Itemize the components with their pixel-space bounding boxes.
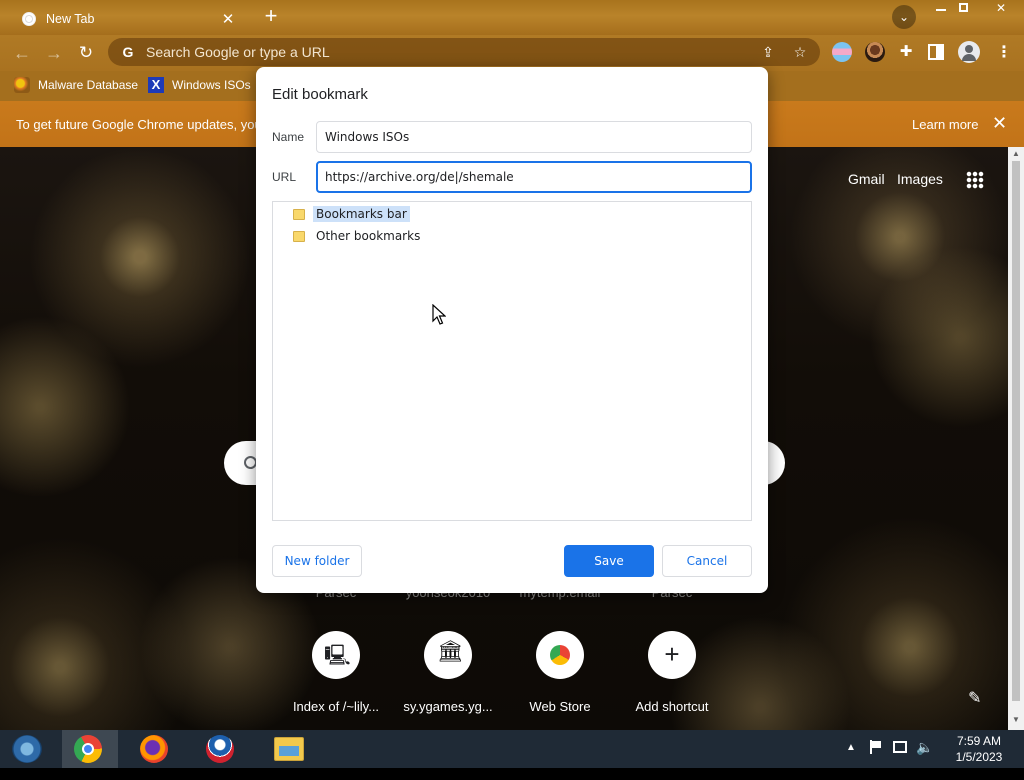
show-hidden-icons-icon[interactable]: ▲ xyxy=(846,742,856,780)
bookmark-label: Windows ISOs xyxy=(172,78,251,92)
network-icon[interactable] xyxy=(893,741,907,753)
taskbar-obama-app[interactable] xyxy=(194,730,250,768)
share-icon[interactable]: ⇪ xyxy=(756,44,780,61)
taskbar: ▲ 🔈 7:59 AM 1/5/2023 xyxy=(0,730,1024,768)
shortcut-label: Add shortcut xyxy=(635,699,709,714)
chrome-icon xyxy=(74,735,102,763)
forward-button[interactable]: → xyxy=(42,42,66,64)
archive-building-icon xyxy=(424,631,472,679)
scrollbar-thumb[interactable] xyxy=(1012,161,1020,701)
folder-label: Bookmarks bar xyxy=(313,206,410,222)
edit-bookmark-dialog: Edit bookmark Name URL Bookmarks bar Oth… xyxy=(256,67,768,593)
shortcut-label: sy.ygames.yg... xyxy=(403,699,493,714)
computer-icon xyxy=(312,631,360,679)
bookmark-name-field[interactable] xyxy=(316,121,752,153)
shortcut-label: Index of /~lily... xyxy=(292,699,380,714)
tab-search-icon[interactable]: ⌄ xyxy=(892,5,916,29)
chrome-favicon-icon xyxy=(22,12,36,26)
tab-close-icon[interactable]: ✕ xyxy=(220,10,236,28)
new-tab-button[interactable]: + xyxy=(260,5,282,29)
infobar-message: To get future Google Chrome updates, you… xyxy=(16,117,262,132)
url-label: URL xyxy=(272,170,297,184)
chrome-menu-icon[interactable]: ⋮ xyxy=(996,42,1012,64)
shortcut-sy-ygames[interactable]: sy.ygames.yg... xyxy=(392,631,504,714)
learn-more-link[interactable]: Learn more xyxy=(912,117,978,132)
tab-title: New Tab xyxy=(46,12,95,26)
gmail-link[interactable]: Gmail xyxy=(848,171,885,187)
file-explorer-icon xyxy=(274,737,304,761)
bookmark-windows-isos[interactable]: X Windows ISOs xyxy=(148,75,251,95)
google-g-icon: G xyxy=(122,44,134,60)
obama-campaign-icon xyxy=(206,735,234,763)
omnibox[interactable]: G Search Google or type a URL ⇪ ☆ xyxy=(108,38,820,66)
plus-icon xyxy=(648,631,696,679)
taskbar-firefox[interactable] xyxy=(128,730,184,768)
bookmark-url-field[interactable] xyxy=(316,161,752,193)
folder-other-bookmarks[interactable]: Other bookmarks xyxy=(293,227,423,245)
start-icon xyxy=(12,735,42,763)
shortcut-index-of-lily[interactable]: Index of /~lily... xyxy=(280,631,392,714)
new-folder-button[interactable]: New folder xyxy=(272,545,362,577)
window-close-button[interactable]: ✕ xyxy=(988,0,1014,18)
omnibox-placeholder[interactable]: Search Google or type a URL xyxy=(146,44,756,60)
bookmark-star-icon[interactable]: ☆ xyxy=(788,44,812,61)
action-center-flag-icon[interactable] xyxy=(870,740,882,754)
reload-button[interactable]: ↻ xyxy=(74,42,98,64)
page-scrollbar[interactable]: ▲ ▼ xyxy=(1008,147,1024,730)
extension-profile-icon[interactable] xyxy=(865,42,885,62)
clock-time: 7:59 AM xyxy=(956,734,1002,748)
firefox-icon xyxy=(140,735,168,763)
web-store-icon xyxy=(536,631,584,679)
folder-icon xyxy=(293,230,305,242)
volume-icon[interactable]: 🔈 xyxy=(916,739,933,777)
dialog-title: Edit bookmark xyxy=(272,86,368,103)
malware-database-favicon-icon xyxy=(14,77,30,93)
folder-label: Other bookmarks xyxy=(316,229,421,243)
back-button[interactable]: ← xyxy=(10,42,34,64)
shortcut-add[interactable]: Add shortcut xyxy=(616,631,728,714)
taskbar-file-explorer[interactable] xyxy=(260,730,316,768)
extension-flag-icon[interactable] xyxy=(832,42,852,62)
customize-pencil-icon[interactable]: ✎ xyxy=(968,688,981,708)
minimize-button[interactable] xyxy=(928,0,954,18)
windows-isos-favicon-icon: X xyxy=(148,77,164,93)
taskbar-clock[interactable]: 7:59 AM 1/5/2023 xyxy=(944,733,1014,765)
profile-avatar[interactable] xyxy=(958,41,980,63)
folder-icon xyxy=(293,208,305,220)
bookmark-label: Malware Database xyxy=(38,78,139,92)
clock-date: 1/5/2023 xyxy=(955,750,1003,764)
bookmark-malware-database[interactable]: Malware Database xyxy=(14,75,138,95)
google-apps-icon[interactable] xyxy=(966,171,984,189)
extensions-puzzle-icon[interactable]: ✚ xyxy=(896,42,916,62)
shortcut-label: Web Store xyxy=(529,699,591,714)
taskbar-chrome[interactable] xyxy=(62,730,118,768)
cancel-button[interactable]: Cancel xyxy=(662,545,752,577)
save-button[interactable]: Save xyxy=(564,545,654,577)
restore-button[interactable] xyxy=(952,0,978,18)
tab-new-tab[interactable]: New Tab ✕ xyxy=(8,3,248,35)
name-label: Name xyxy=(272,130,305,144)
shortcut-web-store[interactable]: Web Store xyxy=(504,631,616,714)
folder-tree[interactable]: Bookmarks bar Other bookmarks xyxy=(272,201,752,521)
images-link[interactable]: Images xyxy=(897,171,943,187)
folder-bookmarks-bar[interactable]: Bookmarks bar xyxy=(293,205,410,223)
scroll-up-icon[interactable]: ▲ xyxy=(1012,149,1020,158)
side-panel-icon[interactable] xyxy=(928,44,944,60)
start-button[interactable] xyxy=(0,730,56,768)
scroll-down-icon[interactable]: ▼ xyxy=(1012,715,1020,724)
infobar-close-icon[interactable]: ✕ xyxy=(992,113,1007,134)
